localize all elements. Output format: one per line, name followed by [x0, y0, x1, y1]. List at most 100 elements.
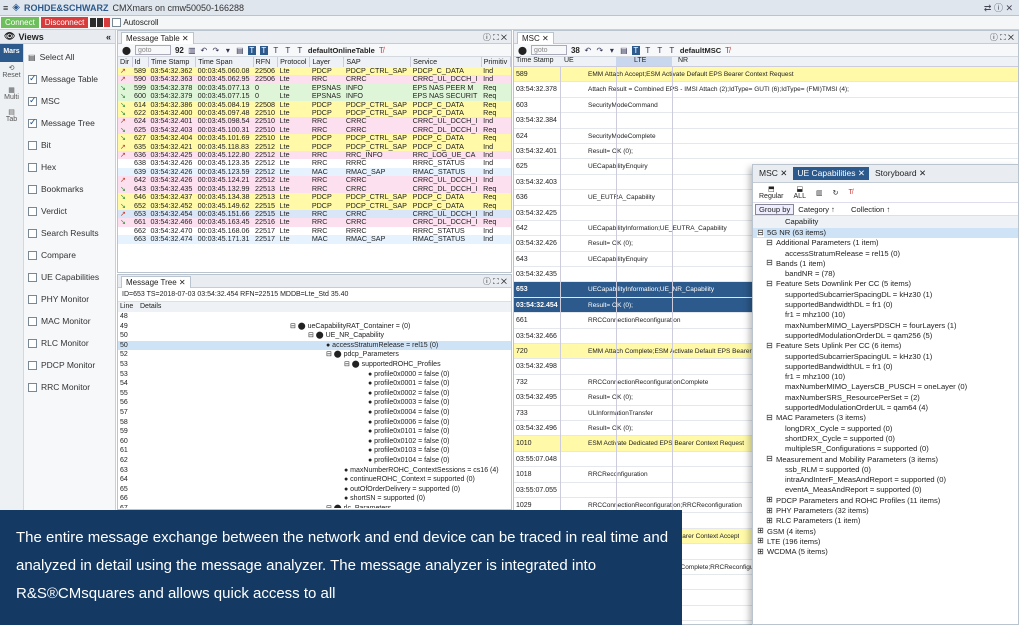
table-row[interactable]: ↘ 646 03:54:32.437 00:03:45.134.38 22513 Lte P…: [118, 193, 511, 202]
msc-message[interactable]: UECapabilityEnquiry: [560, 252, 648, 266]
msc-message[interactable]: RRCReconfiguration: [560, 467, 648, 481]
view-checkbox[interactable]: [28, 95, 37, 106]
list-icon[interactable]: ▤: [620, 46, 628, 55]
window-controls[interactable]: ⇄ ⓘ ✕: [984, 1, 1013, 14]
view-item[interactable]: PDCP Monitor: [26, 354, 114, 376]
capability-item[interactable]: fr1 = mhz100 (10): [753, 310, 1018, 320]
capability-item[interactable]: ⊟ Bands (1 item): [753, 259, 1018, 269]
msc-message[interactable]: UECapabilityInformation;UE_EUTRA_Capabil…: [560, 221, 727, 235]
view-checkbox[interactable]: [28, 382, 37, 392]
filter4-icon[interactable]: T: [668, 46, 676, 55]
msc-message[interactable]: Result= OK (0);: [560, 236, 633, 250]
tree-line[interactable]: 48: [118, 312, 511, 322]
tree-line[interactable]: 50 ● accessStratumRelease = rel15 (0): [118, 340, 511, 351]
msc-message[interactable]: EMM Attach Accept;ESM Activate Default E…: [560, 67, 794, 81]
filter3-icon[interactable]: T: [656, 46, 664, 55]
table-row[interactable]: ↘ 627 03:54:32.404 00:03:45.101.69 22510 Lte P…: [118, 134, 511, 143]
tree-line[interactable]: 53 ⊟ ⬤ supportedROHC_Profiles: [118, 360, 511, 370]
menu-icon[interactable]: ≡: [3, 3, 8, 13]
msc-message[interactable]: Result= OK (0);: [560, 144, 633, 158]
view-checkbox[interactable]: [28, 117, 37, 128]
msc-message[interactable]: RRCConnectionReconfigurationComplete: [560, 375, 708, 389]
tree-line[interactable]: 62 ● profile0x0104 = false (0): [118, 456, 511, 466]
panel-controls[interactable]: ⓘ ⛶ ✕: [483, 276, 507, 287]
undo-icon[interactable]: ↶: [200, 46, 208, 55]
filter4-icon[interactable]: T: [284, 46, 292, 55]
capability-item[interactable]: supportedSubcarrierSpacingDL = kHz30 (1): [753, 290, 1018, 300]
capability-item[interactable]: supportedBandwidthDL = fr1 (0): [753, 300, 1018, 310]
collapse-icon[interactable]: «: [106, 32, 111, 42]
msc-message[interactable]: EMM Attach Complete;ESM Activate Default…: [560, 344, 771, 358]
undo-icon[interactable]: ↶: [584, 46, 592, 55]
table-row[interactable]: ↗ 642 03:54:32.426 00:03:45.124.21 22512 Lte R…: [118, 176, 511, 185]
column-header[interactable]: Dir: [118, 57, 133, 67]
msc-message[interactable]: UECapabilityInformation;UE_NR_Capability: [560, 282, 714, 296]
filter2-icon[interactable]: T: [259, 45, 268, 55]
view-checkbox[interactable]: [28, 338, 37, 348]
panel-controls[interactable]: ⓘ ⛶ ✕: [483, 32, 507, 43]
view-item[interactable]: Message Tree: [26, 112, 114, 134]
expand-icon[interactable]: ⊞: [766, 516, 773, 525]
tree-line[interactable]: 58 ● profile0x0006 = false (0): [118, 418, 511, 428]
table-row[interactable]: ↗ 589 03:54:32.362 00:03:45.060.08 22506 Lte P…: [118, 67, 511, 76]
view-checkbox[interactable]: [28, 162, 37, 172]
table-row[interactable]: ↘ 600 03:54:32.379 00:03:45.077.15 0 Lte EPSNA…: [118, 92, 511, 101]
clear-filter-icon[interactable]: T̸: [725, 46, 730, 55]
collapse-icon[interactable]: ⊟: [757, 228, 764, 237]
category-sort[interactable]: Category ↑: [798, 205, 835, 214]
table-row[interactable]: ↗ 636 03:54:32.425 00:03:45.122.80 22512 Lte R…: [118, 151, 511, 160]
expand-icon[interactable]: ⊞: [757, 537, 764, 546]
msc-message[interactable]: ESM Activate Dedicated EPS Bearer Contex…: [560, 436, 744, 450]
tree-line[interactable]: 49 ⊟ ⬤ ueCapabilityRAT_Container = (0): [118, 322, 511, 332]
expand-icon[interactable]: ⊞: [766, 506, 773, 515]
autoscroll-checkbox[interactable]: [112, 18, 122, 27]
msc-message[interactable]: UE_EUTRA_Capability: [560, 190, 655, 204]
msc-row[interactable]: 03:54:32.378 Attach Result = Combined EPS…: [514, 82, 1018, 98]
view-checkbox[interactable]: [28, 73, 37, 84]
column-header[interactable]: Protocol: [277, 57, 311, 67]
tree-line[interactable]: 59 ● profile0x0101 = false (0): [118, 427, 511, 437]
collection-sort[interactable]: Collection ↑: [851, 205, 890, 214]
capability-item[interactable]: maxNumberSRS_ResourcePerSet = (2): [753, 393, 1018, 403]
table-row[interactable]: ↘ 661 03:54:32.466 00:03:45.163.45 22516 Lte R…: [118, 218, 511, 227]
view-checkbox[interactable]: [28, 272, 37, 282]
filter3-icon[interactable]: T: [272, 46, 280, 55]
msc-message[interactable]: UECapabilityEnquiry: [560, 159, 648, 173]
tree-line[interactable]: 65 ● outOfOrderDelivery = supported (0): [118, 485, 511, 495]
column-header[interactable]: Layer: [309, 57, 345, 67]
tree-line[interactable]: 66 ● shortSN = supported (0): [118, 494, 511, 504]
capability-item[interactable]: ⊞ GSM (4 items): [753, 527, 1018, 537]
msc-message[interactable]: [560, 267, 588, 281]
collapse-icon[interactable]: ⊟: [766, 341, 773, 350]
table-row[interactable]: ↗ 624 03:54:32.401 00:03:45.098.54 22510 Lte R…: [118, 117, 511, 126]
view-item[interactable]: PHY Monitor: [26, 288, 114, 310]
tab-msc[interactable]: MSC ✕: [517, 31, 554, 44]
msc-message[interactable]: Result= OK (0);: [560, 298, 633, 312]
goto-input[interactable]: goto: [134, 45, 171, 55]
msc-message[interactable]: [560, 483, 588, 497]
capability-item[interactable]: ⊟ Feature Sets Uplink Per CC (6 items): [753, 341, 1018, 351]
columns-icon[interactable]: ▥: [816, 189, 823, 197]
capability-item[interactable]: supportedBandwidthUL = fr1 (0): [753, 362, 1018, 372]
view-checkbox[interactable]: [28, 184, 37, 194]
tab-ue-capabilities[interactable]: UE Capabilities ✕: [793, 167, 869, 180]
msc-message[interactable]: [560, 206, 588, 220]
column-header[interactable]: Time Stamp: [148, 57, 197, 67]
collapse-icon[interactable]: ⊟: [766, 413, 773, 422]
capability-item[interactable]: multipleSR_Configurations = supported (0…: [753, 444, 1018, 454]
refresh-icon[interactable]: ↻: [833, 189, 839, 197]
tree-line[interactable]: 67⊟ ⬤ rlc_Parameters: [118, 504, 511, 508]
tree-line[interactable]: 55 ● profile0x0002 = false (0): [118, 389, 511, 399]
msc-message[interactable]: ULInformationTransfer: [560, 406, 653, 420]
mars-icon[interactable]: Mars: [0, 44, 23, 62]
capability-item[interactable]: supportedModulationOrderUL = qam64 (4): [753, 403, 1018, 413]
view-item[interactable]: RLC Monitor: [26, 332, 114, 354]
tree-line[interactable]: 57 ● profile0x0004 = false (0): [118, 408, 511, 418]
capability-item[interactable]: supportedSubcarrierSpacingUL = kHz30 (1): [753, 352, 1018, 362]
msc-message[interactable]: Result= OK (0);: [560, 421, 633, 435]
capability-item[interactable]: ⊞ WCDMA (5 items): [753, 547, 1018, 557]
view-item[interactable]: RRC Monitor: [26, 376, 114, 398]
capability-item[interactable]: ⊟ Additional Parameters (1 item): [753, 238, 1018, 248]
msc-message[interactable]: SecurityModeCommand: [560, 98, 658, 112]
capability-item[interactable]: ⊞ PHY Parameters (32 items): [753, 506, 1018, 516]
